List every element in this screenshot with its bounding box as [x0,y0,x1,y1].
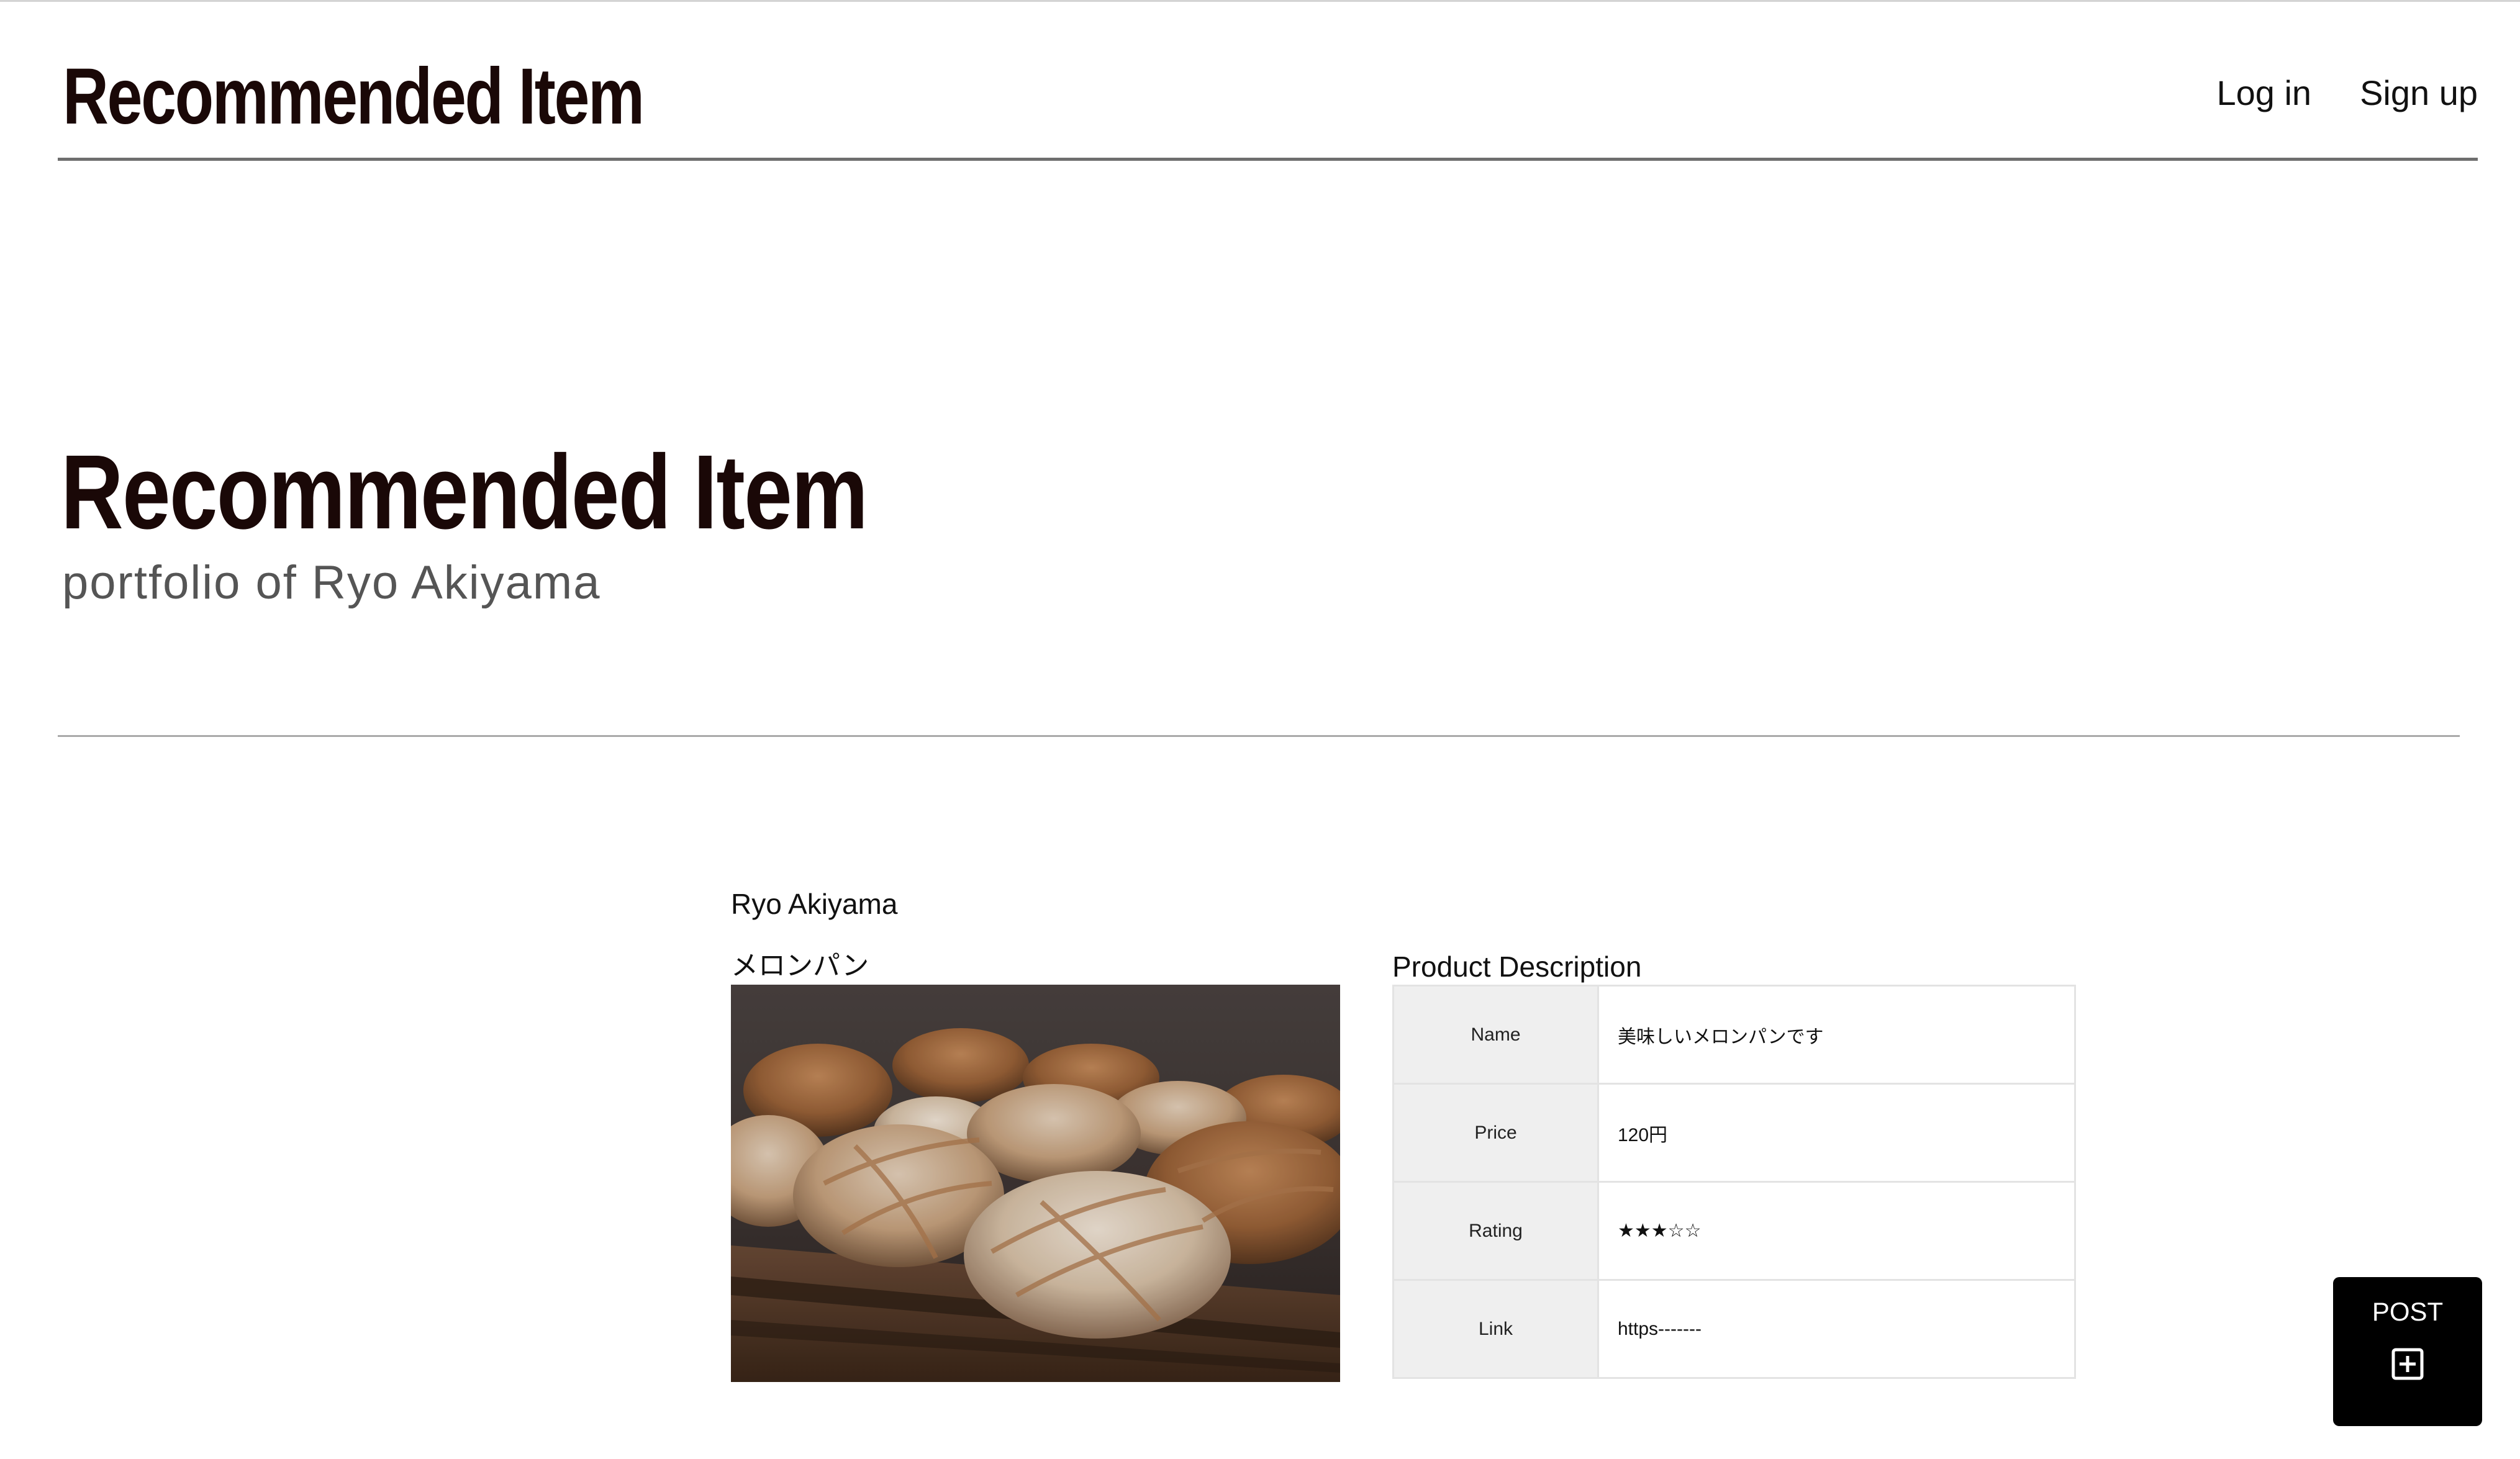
row-key-rating: Rating [1392,1181,1599,1281]
signup-link[interactable]: Sign up [2360,71,2478,115]
top-nav: Log in Sign up [2216,71,2478,115]
melon-pan-photo [731,985,1340,1382]
table-row: Price 120円 [1392,1083,2076,1183]
row-key-price: Price [1392,1083,1599,1183]
plus-square-icon [2391,1348,2424,1380]
section-divider [58,735,2460,737]
post-button[interactable]: POST [2333,1277,2482,1426]
hero-subtitle: portfolio of Ryo Akiyama [62,556,601,609]
post-author: Ryo Akiyama [731,888,898,920]
site-header: Recommended Item Log in Sign up [58,2,2478,161]
row-value-price: 120円 [1597,1083,2076,1183]
page: Recommended Item Log in Sign up Recommen… [0,0,2520,1459]
row-key-link: Link [1392,1279,1599,1379]
table-row: Rating ★★★☆☆ [1392,1181,2076,1281]
row-value-name: 美味しいメロンパンです [1597,985,2076,1085]
site-logo[interactable]: Recommended Item [63,50,645,143]
product-photo [731,985,1340,1382]
table-row: Link https------- [1392,1279,2076,1379]
table-row: Name 美味しいメロンパンです [1392,985,2076,1085]
row-value-link[interactable]: https------- [1597,1279,2076,1379]
post-item-name: メロンパン [731,951,869,981]
hero-title: Recommended Item [61,433,868,551]
product-description-table: Name 美味しいメロンパンです Price 120円 Rating ★★★☆☆… [1392,985,2076,1379]
post-button-label: POST [2372,1297,2444,1326]
login-link[interactable]: Log in [2216,71,2311,115]
row-value-rating: ★★★☆☆ [1597,1181,2076,1281]
row-key-name: Name [1392,985,1599,1085]
product-description-title: Product Description [1392,951,1642,983]
